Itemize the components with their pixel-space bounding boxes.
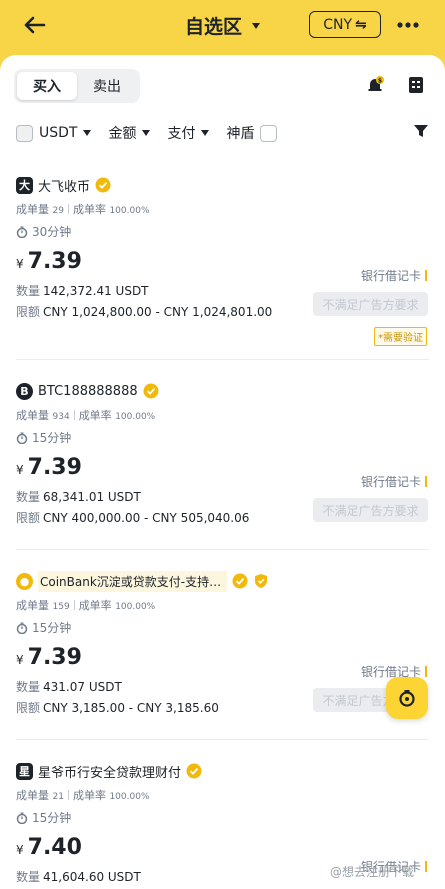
asset-checkbox[interactable] xyxy=(16,124,33,142)
merchant-avatar: 星 xyxy=(16,762,33,780)
payment-time: 15分钟 xyxy=(16,809,71,826)
chevron-down-icon xyxy=(252,22,260,29)
timer-icon xyxy=(16,622,28,634)
payment-method: 银行借记卡 xyxy=(361,267,427,284)
price: ¥ 7.39 xyxy=(16,645,82,670)
available-quantity: 数量 431.07 USDT xyxy=(16,680,122,694)
payment-method: 银行借记卡 xyxy=(361,473,427,490)
shield-badge-icon xyxy=(255,574,268,588)
watermark: @想去注册下载 xyxy=(330,865,415,879)
merchant-stats: 成单量 934 成单率 100.00% xyxy=(16,409,156,422)
filter-bar: USDT 金额 支付 神盾 xyxy=(16,121,431,145)
divider xyxy=(16,739,429,740)
currency-selector[interactable]: CNY ⇋ xyxy=(309,11,381,38)
merchant-name[interactable]: 大飞收币 xyxy=(38,176,90,195)
divider xyxy=(16,549,429,550)
order-limit: 限额 CNY 1,024,800.00 - CNY 1,024,801.00 xyxy=(16,305,273,319)
price: ¥ 7.39 xyxy=(16,249,82,274)
content-sheet: 买入 卖出 $ USDT 金额 支付 神盾 大 大飞收币 成单量 29 成单率 … xyxy=(0,55,445,889)
timer-icon xyxy=(16,226,28,238)
swap-icon: ⇋ xyxy=(355,16,367,33)
available-quantity: 数量 41,604.60 USDT xyxy=(16,870,141,884)
floating-timer-button[interactable] xyxy=(386,677,428,719)
asset-filter[interactable]: USDT xyxy=(16,124,92,142)
top-bar: 自选区 CNY ⇋ xyxy=(0,0,445,55)
payment-filter[interactable]: 支付 xyxy=(167,123,210,143)
merchant-name[interactable]: BTC188888888 xyxy=(38,384,138,399)
svg-text:$: $ xyxy=(378,78,382,85)
more-dots-icon xyxy=(397,22,419,28)
requirement-not-met-button[interactable]: 不满足广告方要求 xyxy=(313,498,428,522)
bell-dollar-icon: $ xyxy=(368,76,384,91)
price: ¥ 7.40 xyxy=(16,835,82,860)
arrow-left-icon xyxy=(24,16,46,34)
currency-label: CNY xyxy=(323,16,353,33)
tab-buy[interactable]: 买入 xyxy=(17,72,77,100)
available-quantity: 数量 68,341.01 USDT xyxy=(16,490,141,504)
back-button[interactable] xyxy=(20,10,50,40)
page-title: 自选区 xyxy=(184,16,242,38)
requirement-not-met-button[interactable]: 不满足广告方要求 xyxy=(313,292,428,316)
more-button[interactable] xyxy=(396,13,420,37)
chevron-down-icon xyxy=(83,130,92,136)
shield-filter[interactable]: 神盾 xyxy=(226,123,278,143)
page-title-dropdown[interactable]: 自选区 xyxy=(185,12,260,39)
merchant-stats: 成单量 159 成单率 100.00% xyxy=(16,599,156,612)
amount-filter[interactable]: 金额 xyxy=(108,123,151,143)
verified-badge-icon xyxy=(186,763,202,779)
chevron-down-icon xyxy=(201,130,210,136)
ad-listing[interactable]: ● CoinBank沉淀或贷款支付-支持… 成单量 159 成单率 100.00%… xyxy=(0,570,445,741)
available-quantity: 数量 142,372.41 USDT xyxy=(16,284,149,298)
verified-badge-icon xyxy=(143,383,159,399)
merchant-avatar: ● xyxy=(16,572,33,590)
divider xyxy=(16,359,429,360)
order-limit: 限额 CNY 3,185.00 - CNY 3,185.60 xyxy=(16,701,219,715)
verification-required-tag: *需要验证 xyxy=(374,327,427,346)
verified-badge-icon xyxy=(95,177,111,193)
buy-sell-toggle: 买入 卖出 xyxy=(14,69,140,103)
merchant-avatar: B xyxy=(16,382,33,400)
chevron-down-icon xyxy=(142,130,151,136)
merchant-name[interactable]: 星爷币行安全贷款理财付 xyxy=(38,762,181,781)
timer-icon xyxy=(16,432,28,444)
merchant-stats: 成单量 21 成单率 100.00% xyxy=(16,789,150,802)
orders-button[interactable] xyxy=(404,73,428,97)
ad-listing[interactable]: B BTC188888888 成单量 934 成单率 100.00% 15分钟 ¥… xyxy=(0,381,445,551)
merchant-stats: 成单量 29 成单率 100.00% xyxy=(16,203,150,216)
ad-listing[interactable]: 大 大飞收币 成单量 29 成单率 100.00% 30分钟 ¥ 7.39 数量 1… xyxy=(0,175,445,355)
notification-button[interactable]: $ xyxy=(364,73,388,97)
tab-sell[interactable]: 卖出 xyxy=(77,72,137,100)
price: ¥ 7.39 xyxy=(16,455,82,480)
amount-label: 金额 xyxy=(108,126,137,142)
shield-checkbox[interactable] xyxy=(260,124,278,142)
payment-time: 15分钟 xyxy=(16,619,71,636)
timer-icon xyxy=(16,812,28,824)
payment-time: 30分钟 xyxy=(16,223,71,240)
merchant-name[interactable]: CoinBank沉淀或贷款支付-支持… xyxy=(38,570,228,592)
verified-badge-icon xyxy=(232,573,248,589)
filter-funnel-icon[interactable] xyxy=(413,123,429,139)
payment-time: 15分钟 xyxy=(16,429,71,446)
merchant-avatar: 大 xyxy=(16,176,33,194)
asset-label: USDT xyxy=(39,125,78,141)
stopwatch-icon xyxy=(399,690,415,707)
order-list-icon xyxy=(409,77,423,93)
order-limit: 限额 CNY 400,000.00 - CNY 505,040.06 xyxy=(16,511,250,525)
payment-label: 支付 xyxy=(167,126,196,142)
shield-label: 神盾 xyxy=(226,126,255,142)
